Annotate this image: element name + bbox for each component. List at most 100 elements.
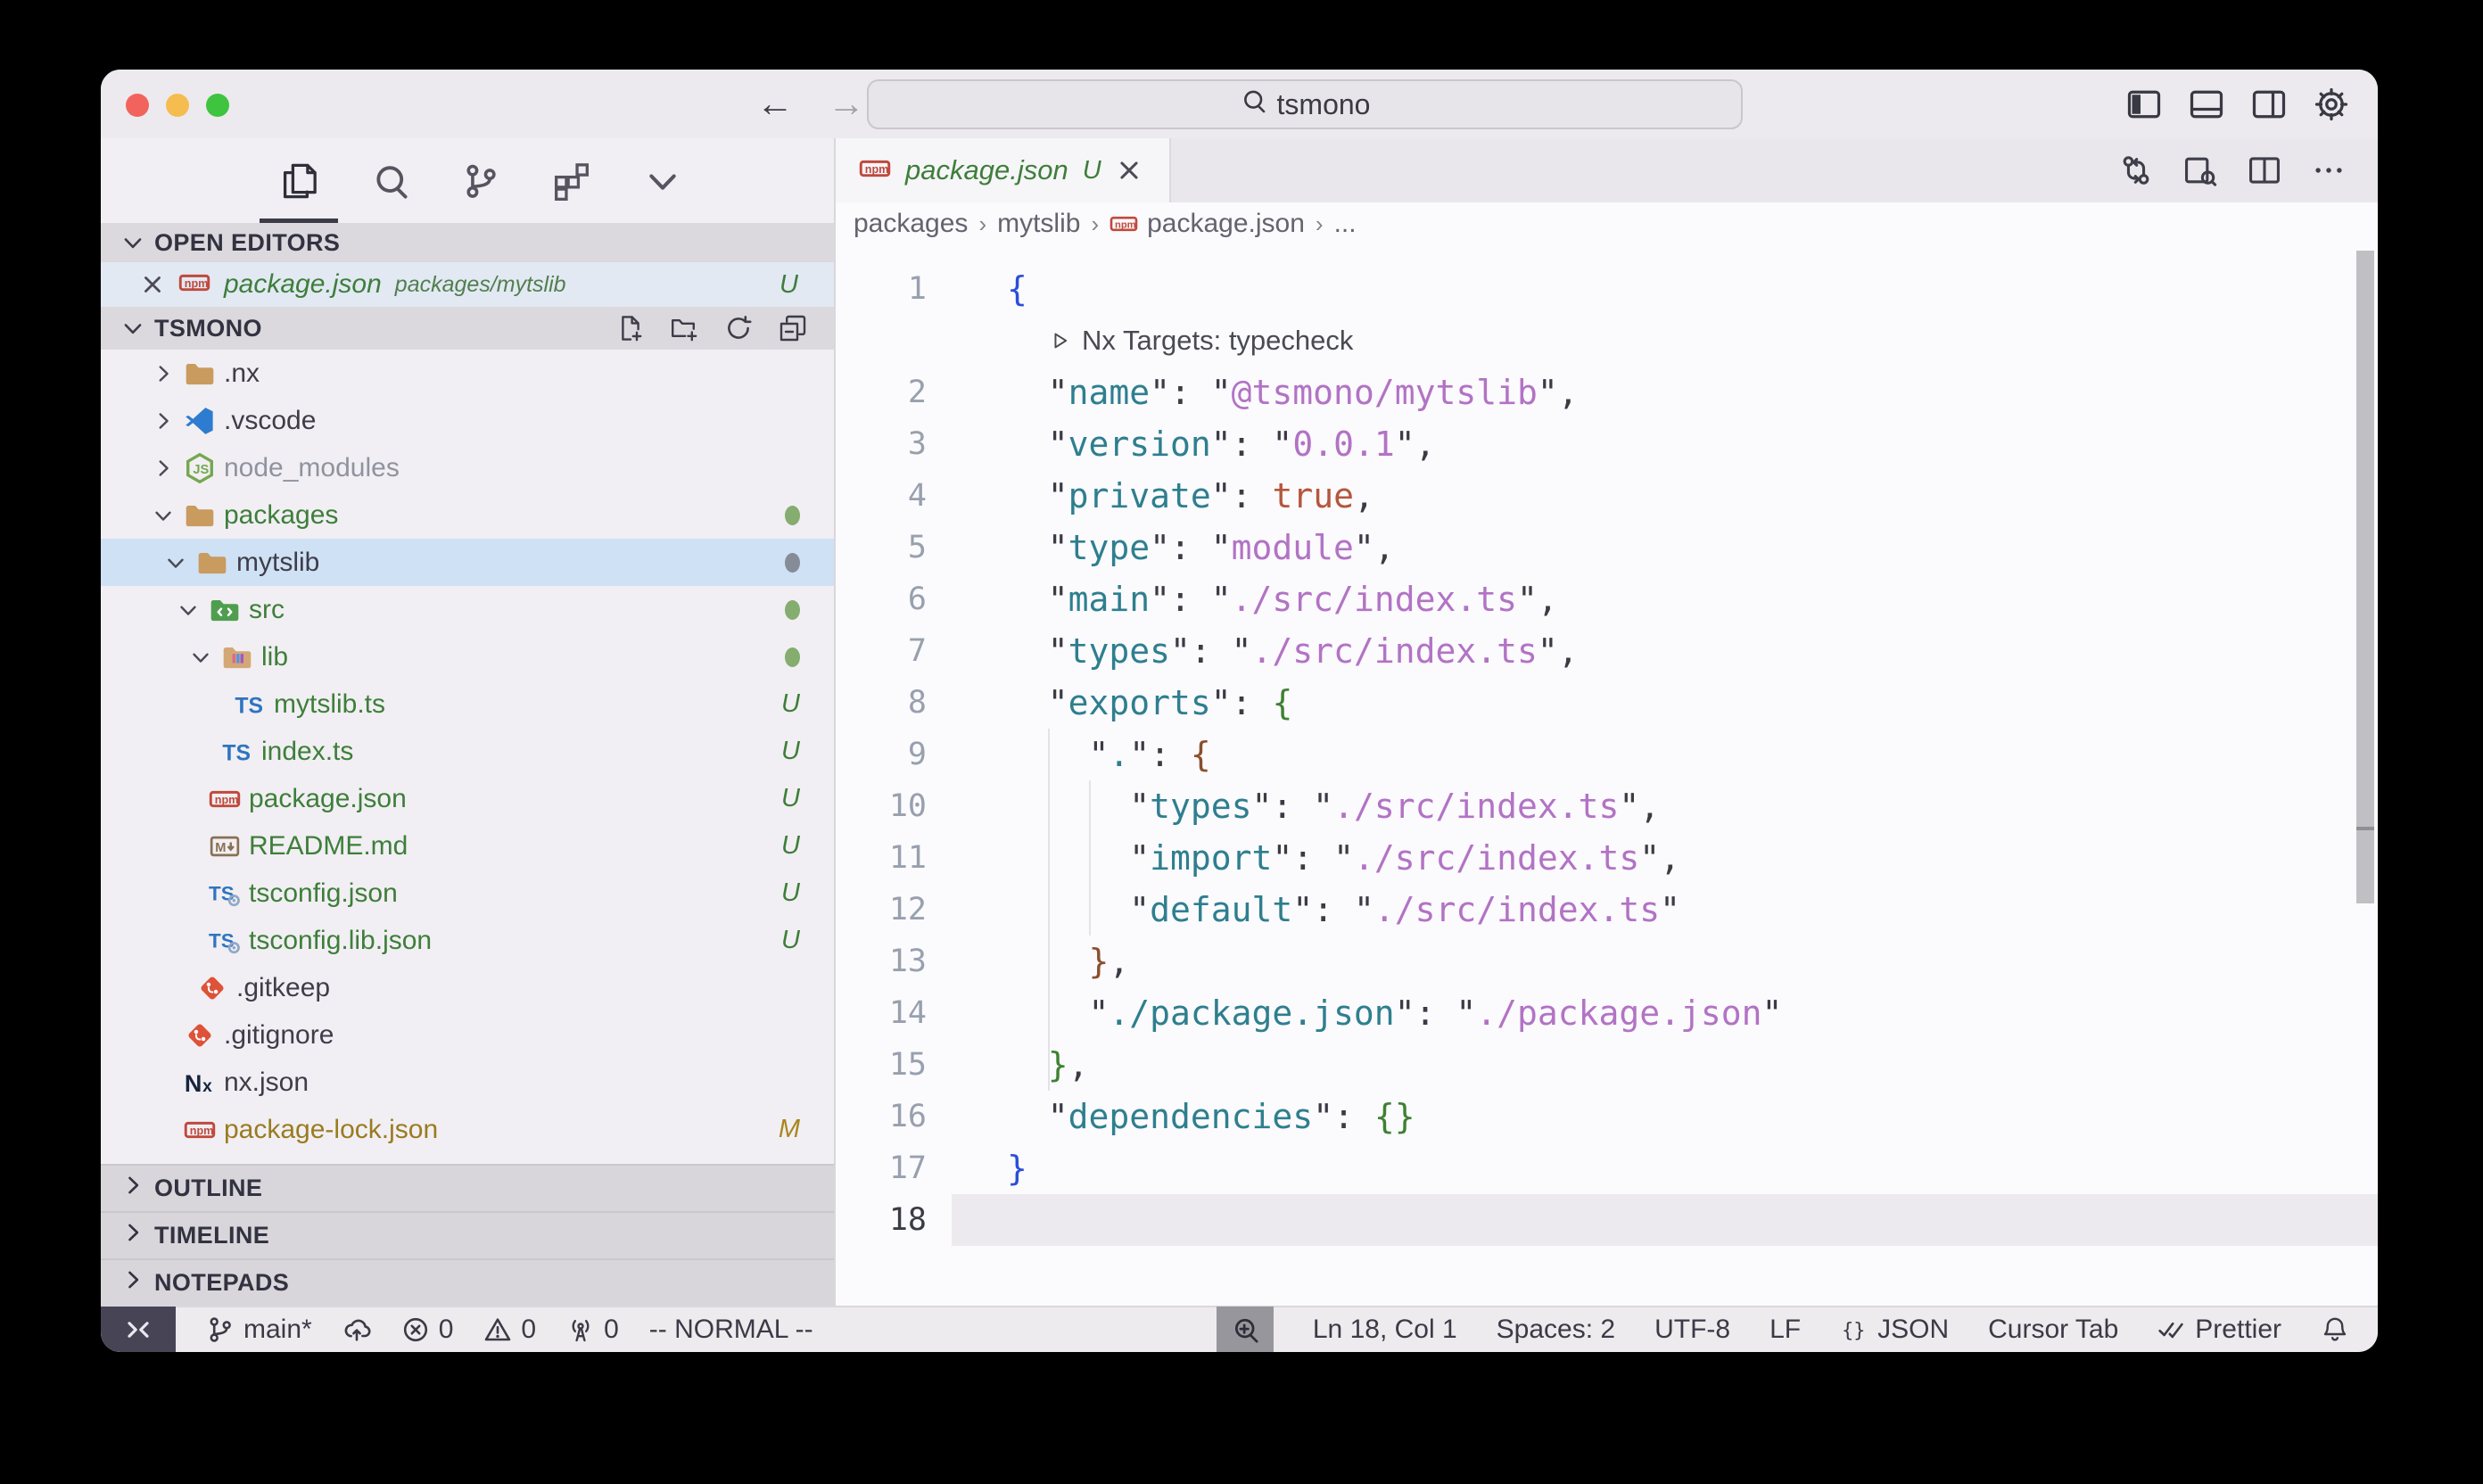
section-timeline[interactable]: TIMELINE: [101, 1211, 834, 1258]
statusbar-ln-18-col-1[interactable]: Ln 18, Col 1: [1313, 1315, 1457, 1345]
statusbar-cloud-upload[interactable]: [342, 1315, 371, 1344]
remote-indicator[interactable]: [101, 1307, 176, 1352]
tree-item--nx[interactable]: .nx: [101, 350, 834, 397]
statusbar-cursor-tab[interactable]: Cursor Tab: [1988, 1315, 2118, 1345]
close-window-button[interactable]: [126, 94, 149, 117]
codelens-label[interactable]: Nx Targets: typecheck: [952, 325, 1353, 357]
codelens-row[interactable]: Nx Targets: typecheck: [836, 315, 2378, 367]
code-line-1[interactable]: 1{: [836, 263, 2378, 315]
collapse-all-icon[interactable]: [777, 312, 809, 344]
zoom-in-icon[interactable]: [1217, 1307, 1274, 1352]
gear-icon[interactable]: [2312, 85, 2351, 124]
statusbar-bell[interactable]: [2321, 1315, 2349, 1344]
breadcrumb: packages›mytslib›npmpackage.json›...: [836, 202, 2378, 245]
code-line-17[interactable]: 17}: [836, 1142, 2378, 1194]
layout-right-icon[interactable]: [2249, 85, 2289, 124]
tree-item-tsconfig-json[interactable]: TStsconfig.jsonU: [101, 870, 834, 917]
tree-item-mytslib[interactable]: mytslib: [101, 539, 834, 586]
statusbar-main[interactable]: main*: [206, 1315, 312, 1345]
statusbar-0[interactable]: 0: [566, 1315, 619, 1345]
code-line-16[interactable]: 16 "dependencies": {}: [836, 1091, 2378, 1142]
scrollbar-thumb[interactable]: [2356, 251, 2374, 827]
section-outline[interactable]: OUTLINE: [101, 1164, 834, 1211]
tree-item--gitignore[interactable]: .gitignore: [101, 1011, 834, 1059]
tree-item-lib[interactable]: lib: [101, 633, 834, 680]
statusbar-lf[interactable]: LF: [1769, 1315, 1801, 1345]
tree-item-label: package.json: [249, 784, 407, 814]
activity-chevron-down-icon[interactable]: [639, 138, 686, 223]
preview-icon[interactable]: [2182, 152, 2219, 189]
tree-item-node-modules[interactable]: JSnode_modules: [101, 444, 834, 491]
new-folder-icon[interactable]: [668, 312, 700, 344]
code-line-12[interactable]: 12 "default": "./src/index.ts": [836, 884, 2378, 936]
code-line-14[interactable]: 14 "./package.json": "./package.json": [836, 987, 2378, 1039]
open-editors-header[interactable]: OPEN EDITORS: [101, 223, 834, 262]
git-icon: [184, 1019, 216, 1051]
breadcrumb-item[interactable]: npmpackage.json: [1110, 209, 1305, 239]
tab-package-json[interactable]: npm package.json U: [836, 138, 1171, 202]
breadcrumb-item[interactable]: packages: [854, 209, 968, 239]
line-number: 3: [836, 426, 952, 462]
refresh-icon[interactable]: [722, 312, 755, 344]
minimize-window-button[interactable]: [166, 94, 189, 117]
code-line-text: "version": "0.0.1",: [952, 418, 2378, 470]
back-arrow-icon[interactable]: ←: [756, 82, 794, 125]
code-line-8[interactable]: 8 "exports": {: [836, 677, 2378, 729]
close-icon[interactable]: [1116, 157, 1143, 184]
tree-item-nx-json[interactable]: Nxnx.json: [101, 1059, 834, 1106]
open-editor-item[interactable]: npm package.json packages/mytslib U: [101, 262, 834, 307]
code-line-6[interactable]: 6 "main": "./src/index.ts",: [836, 573, 2378, 625]
code-line-13[interactable]: 13 },: [836, 936, 2378, 987]
tree-item--vscode[interactable]: .vscode: [101, 397, 834, 444]
statusbar-json[interactable]: {}JSON: [1840, 1315, 1949, 1345]
layout-left-icon[interactable]: [2124, 85, 2164, 124]
code-line-7[interactable]: 7 "types": "./src/index.ts",: [836, 625, 2378, 677]
statusbar-normal[interactable]: -- NORMAL --: [649, 1315, 813, 1345]
code-line-9[interactable]: 9 ".": {: [836, 729, 2378, 780]
search-value: tsmono: [1277, 88, 1371, 121]
ellipsis-icon[interactable]: [2310, 152, 2347, 189]
forward-arrow-icon[interactable]: →: [828, 82, 865, 125]
tree-item-package-lock-json[interactable]: npmpackage-lock.jsonM: [101, 1106, 834, 1153]
activity-search-icon[interactable]: [367, 138, 413, 223]
code-line-18[interactable]: 18: [836, 1194, 2378, 1246]
explorer-section-header[interactable]: TSMONO: [101, 307, 834, 350]
activity-files-icon[interactable]: [276, 138, 322, 223]
tree-item-package-json[interactable]: npmpackage.jsonU: [101, 775, 834, 822]
statusbar-0[interactable]: 0: [483, 1315, 536, 1345]
tree-item-packages[interactable]: packages: [101, 491, 834, 539]
tree-item-src[interactable]: src: [101, 586, 834, 633]
zoom-window-button[interactable]: [206, 94, 229, 117]
code-editor[interactable]: 1{ Nx Targets: typecheck 2 "name": "@tsmon…: [836, 245, 2378, 1306]
tree-item-README-md[interactable]: MREADME.mdU: [101, 822, 834, 870]
tree-item-mytslib-ts[interactable]: TSmytslib.tsU: [101, 680, 834, 728]
code-line-15[interactable]: 15 },: [836, 1039, 2378, 1091]
editor-scrollbar[interactable]: [2356, 251, 2374, 903]
code-line-10[interactable]: 10 "types": "./src/index.ts",: [836, 780, 2378, 832]
breadcrumb-item[interactable]: mytslib: [997, 209, 1080, 239]
code-line-2[interactable]: 2 "name": "@tsmono/mytslib",: [836, 367, 2378, 418]
activity-source-control-icon[interactable]: [458, 138, 504, 223]
new-file-icon[interactable]: [614, 312, 646, 344]
folder-icon: [184, 499, 216, 532]
section-notepads[interactable]: NOTEPADS: [101, 1258, 834, 1306]
activity-extensions-icon[interactable]: [549, 138, 595, 223]
code-line-3[interactable]: 3 "version": "0.0.1",: [836, 418, 2378, 470]
command-center-search[interactable]: tsmono: [867, 79, 1743, 129]
split-icon[interactable]: [2246, 152, 2283, 189]
tree-item-tsconfig-lib-json[interactable]: TStsconfig.lib.jsonU: [101, 917, 834, 964]
breadcrumb-item[interactable]: ...: [1334, 209, 1357, 239]
statusbar-spaces-2[interactable]: Spaces: 2: [1497, 1315, 1615, 1345]
code-line-5[interactable]: 5 "type": "module",: [836, 522, 2378, 573]
statusbar-utf-8[interactable]: UTF-8: [1654, 1315, 1730, 1345]
statusbar-0[interactable]: 0: [401, 1315, 454, 1345]
scrollbar-thumb[interactable]: [2356, 830, 2374, 903]
code-line-4[interactable]: 4 "private": true,: [836, 470, 2378, 522]
tree-item-index-ts[interactable]: TSindex.tsU: [101, 728, 834, 775]
statusbar-prettier[interactable]: Prettier: [2157, 1315, 2281, 1345]
tree-item--gitkeep[interactable]: .gitkeep: [101, 964, 834, 1011]
code-line-11[interactable]: 11 "import": "./src/index.ts",: [836, 832, 2378, 884]
layout-bottom-icon[interactable]: [2187, 85, 2226, 124]
close-icon[interactable]: [140, 272, 165, 297]
compare-icon[interactable]: [2117, 152, 2155, 189]
